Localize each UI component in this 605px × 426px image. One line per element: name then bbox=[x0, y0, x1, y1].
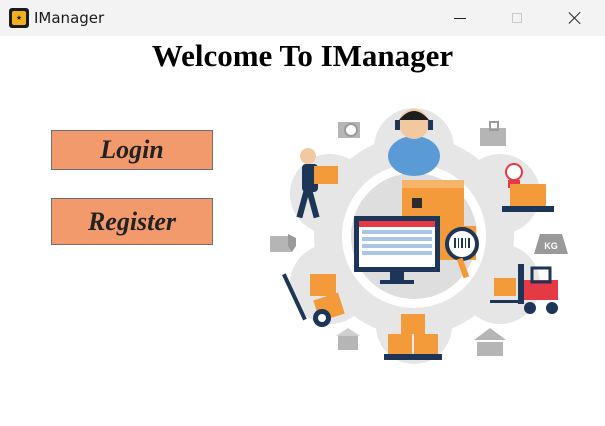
warehouse-icon bbox=[474, 328, 506, 356]
magnifier-box-icon bbox=[338, 122, 360, 138]
locked-box-icon bbox=[480, 121, 506, 146]
register-button[interactable]: Register bbox=[51, 198, 213, 245]
maximize-button[interactable] bbox=[494, 0, 540, 36]
page-title: Welcome To IManager bbox=[151, 38, 454, 73]
close-button[interactable] bbox=[552, 0, 598, 36]
window-title: IManager bbox=[34, 9, 105, 27]
app-logo-icon: ★ bbox=[9, 8, 29, 28]
minimize-icon bbox=[454, 17, 466, 19]
maximize-icon bbox=[512, 13, 522, 23]
logistics-illustration: KG bbox=[270, 108, 568, 364]
kg-weight-icon: KG bbox=[534, 234, 568, 254]
minimize-button[interactable] bbox=[437, 0, 483, 36]
login-button[interactable]: Login bbox=[51, 130, 213, 170]
title-bar: ★ IManager bbox=[0, 0, 605, 36]
close-icon bbox=[568, 11, 582, 25]
open-box-icon bbox=[336, 328, 360, 350]
kg-label: KG bbox=[544, 241, 558, 251]
shield-box-icon bbox=[270, 234, 296, 252]
